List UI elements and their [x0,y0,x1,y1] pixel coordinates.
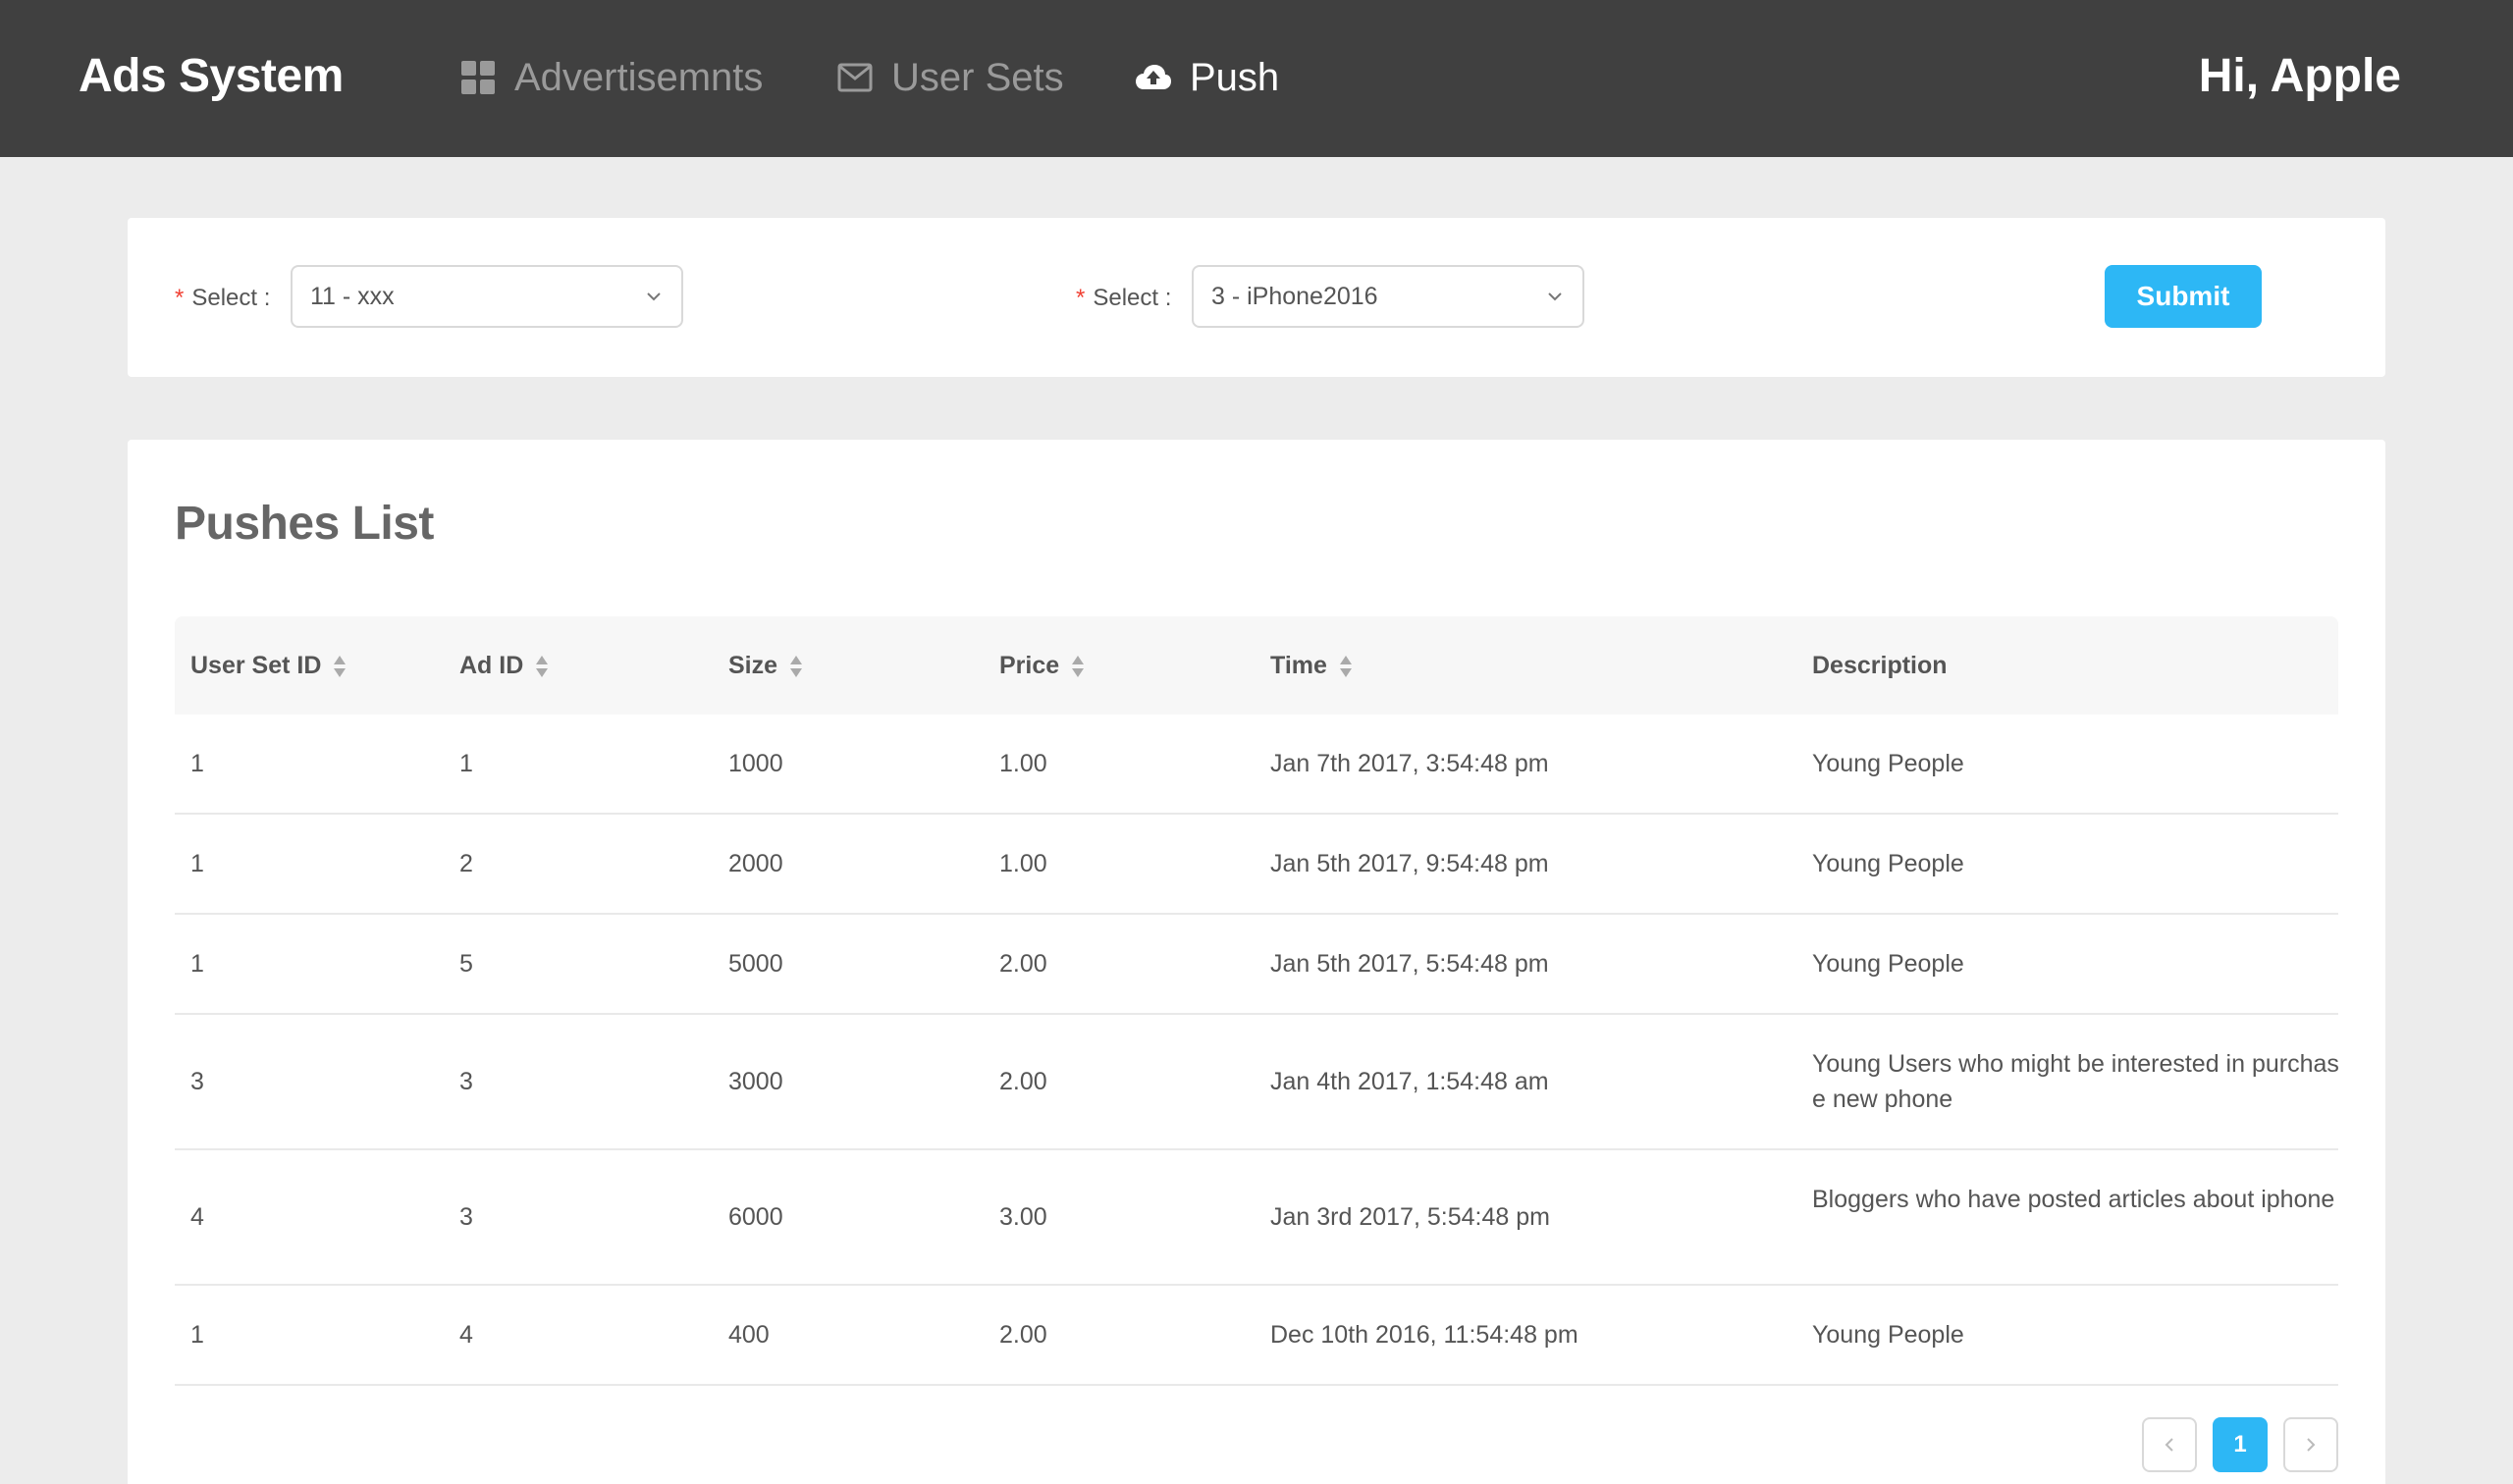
cell-user-set-id: 4 [190,1203,204,1231]
table-header: User Set ID Ad ID Size Price Time Descri… [175,616,2338,715]
chevron-right-icon [2307,1438,2316,1452]
sort-icon[interactable] [535,654,549,679]
cell-description: Young People [1812,1321,1964,1349]
cell-description: Young People [1812,950,1964,978]
column-header-description: Description [1812,652,1948,679]
required-mark: * [175,285,185,311]
column-header-size[interactable]: Size [728,652,803,680]
cell-ad-id: 4 [459,1321,473,1349]
cell-size: 400 [728,1321,770,1349]
cell-size: 5000 [728,950,783,978]
cell-description: Young Users who might be interested in p… [1812,1050,2339,1113]
cell-description: Young People [1812,750,1964,777]
column-header-user-set-id[interactable]: User Set ID [190,652,347,680]
sort-icon[interactable] [1339,654,1353,679]
cloud-upload-icon [1135,59,1172,96]
pagination-prev-button[interactable] [2142,1417,2197,1472]
submit-button[interactable]: Submit [2105,265,2262,328]
cell-price: 2.00 [999,1068,1047,1095]
nav-label: User Sets [891,55,1064,99]
cell-price: 2.00 [999,1321,1047,1349]
mail-icon [836,59,874,96]
pushes-table: User Set ID Ad ID Size Price Time Descri… [175,616,2339,1386]
ad-select[interactable]: 3 - iPhone2016 [1192,265,1584,328]
column-header-ad-id[interactable]: Ad ID [459,652,549,680]
brand-title[interactable]: Ads System [79,49,344,103]
chevron-left-icon [2165,1438,2173,1452]
user-greeting[interactable]: Hi, Apple [2199,49,2401,103]
cell-description: Young People [1812,850,1964,877]
pagination-page-1[interactable]: 1 [2213,1417,2268,1472]
chevron-down-icon [647,292,661,301]
cell-time: Jan 4th 2017, 1:54:48 am [1270,1068,1549,1095]
cell-description: Bloggers who have posted articles about … [1812,1186,2335,1213]
table-row: 1 4 400 2.00 Dec 10th 2016, 11:54:48 pm … [175,1286,2338,1386]
cell-size: 1000 [728,750,783,777]
cell-ad-id: 3 [459,1068,473,1095]
cell-size: 6000 [728,1203,783,1231]
cell-ad-id: 3 [459,1203,473,1231]
nav-label: Advertisemnts [514,55,764,99]
column-header-price[interactable]: Price [999,652,1085,680]
cell-user-set-id: 1 [190,950,204,978]
cell-time: Dec 10th 2016, 11:54:48 pm [1270,1321,1578,1349]
table-row: 4 3 6000 3.00 Jan 3rd 2017, 5:54:48 pm B… [175,1150,2338,1286]
nav-push[interactable]: Push [1135,53,1279,102]
select-label: * Select : [1076,285,1172,311]
table-row: 1 2 2000 1.00 Jan 5th 2017, 9:54:48 pm Y… [175,815,2338,915]
cell-user-set-id: 1 [190,850,204,877]
nav-user-sets[interactable]: User Sets [836,53,1064,102]
column-header-time[interactable]: Time [1270,652,1353,680]
sort-icon[interactable] [789,654,803,679]
table-row: 1 5 5000 2.00 Jan 5th 2017, 5:54:48 pm Y… [175,915,2338,1015]
cell-price: 1.00 [999,750,1047,777]
cell-user-set-id: 3 [190,1068,204,1095]
select-label: * Select : [175,285,271,311]
select-value: 11 - xxx [310,282,395,310]
cell-ad-id: 1 [459,750,473,777]
cell-time: Jan 3rd 2017, 5:54:48 pm [1270,1203,1550,1231]
sort-icon[interactable] [333,654,347,679]
cell-size: 2000 [728,850,783,877]
cell-time: Jan 5th 2017, 9:54:48 pm [1270,850,1549,877]
nav-advertisements[interactable]: Advertisemnts [459,53,763,102]
pagination-next-button[interactable] [2283,1417,2338,1472]
required-mark: * [1076,285,1086,311]
select-value: 3 - iPhone2016 [1211,282,1378,310]
cell-size: 3000 [728,1068,783,1095]
page-title: Pushes List [175,498,434,550]
cell-user-set-id: 1 [190,1321,204,1349]
user-set-select[interactable]: 11 - xxx [291,265,683,328]
cell-ad-id: 2 [459,850,473,877]
nav-label: Push [1190,55,1280,99]
table-row: 3 3 3000 2.00 Jan 4th 2017, 1:54:48 am Y… [175,1015,2339,1150]
cell-price: 3.00 [999,1203,1047,1231]
filter-panel: * Select : 11 - xxx * Select : 3 - iPhone2… [128,218,2385,377]
table-row: 1 1 1000 1.00 Jan 7th 2017, 3:54:48 pm Y… [175,715,2338,815]
pushes-list-panel: Pushes List User Set ID Ad ID Size Price… [128,440,2385,1484]
sort-icon[interactable] [1071,654,1085,679]
cell-user-set-id: 1 [190,750,204,777]
cell-time: Jan 5th 2017, 5:54:48 pm [1270,950,1549,978]
grid-icon [459,59,497,96]
cell-ad-id: 5 [459,950,473,978]
chevron-down-icon [1548,292,1562,301]
cell-price: 2.00 [999,950,1047,978]
cell-time: Jan 7th 2017, 3:54:48 pm [1270,750,1549,777]
top-nav-bar: Ads System Advertisemnts User Sets Push … [0,0,2513,157]
cell-price: 1.00 [999,850,1047,877]
